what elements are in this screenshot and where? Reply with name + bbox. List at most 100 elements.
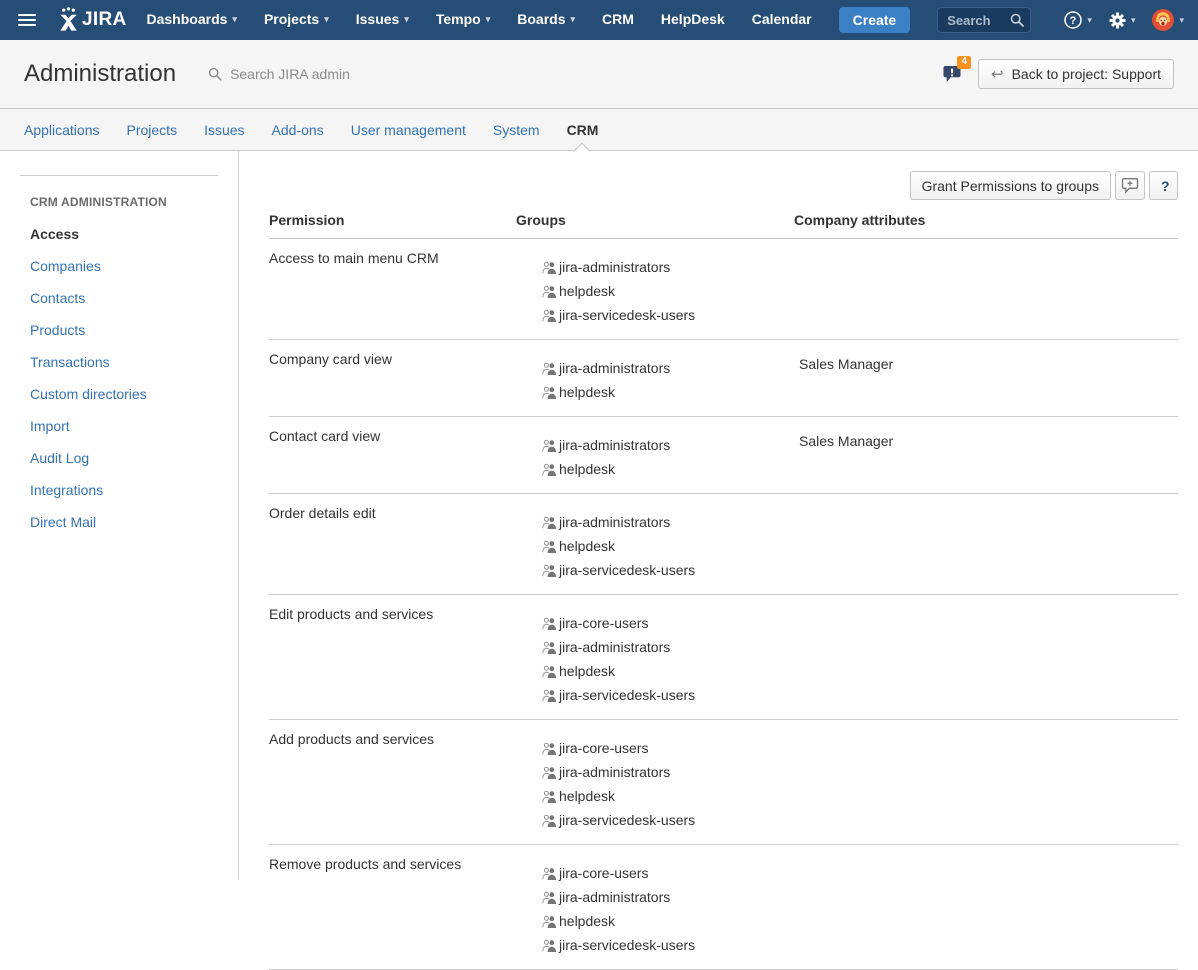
group-name: jira-administrators [559, 259, 670, 275]
admin-search [208, 65, 942, 83]
group-item: helpdesk [542, 279, 794, 303]
groups-list: jira-administratorshelpdeskjira-serviced… [516, 510, 794, 582]
group-name: jira-servicedesk-users [559, 687, 695, 703]
group-icon [542, 689, 559, 702]
group-item: jira-core-users [542, 861, 794, 885]
group-item: jira-servicedesk-users [542, 808, 794, 832]
group-icon [542, 516, 559, 529]
sidebar-item-contacts[interactable]: Contacts [30, 290, 218, 306]
gear-icon [1108, 11, 1127, 30]
header-right: 4 ↩ Back to project: Support [942, 59, 1174, 89]
permission-row: Edit products and servicesjira-core-user… [269, 595, 1178, 720]
chevron-down-icon: ▾ [570, 15, 575, 24]
groups-cell: jira-administratorshelpdeskjira-serviced… [516, 494, 794, 595]
sidebar-list: Access Companies Contacts Products Transacti… [30, 226, 218, 530]
chevron-down-icon: ▾ [324, 15, 329, 24]
tab-issues[interactable]: Issues [204, 109, 244, 150]
back-arrow-icon: ↩ [991, 67, 1004, 82]
group-name: helpdesk [559, 283, 615, 299]
group-name: jira-administrators [559, 360, 670, 376]
group-name: jira-administrators [559, 764, 670, 780]
back-to-project-button[interactable]: ↩ Back to project: Support [978, 59, 1174, 89]
navbar-item-helpdesk[interactable]: HelpDesk [661, 11, 725, 27]
group-name: helpdesk [559, 663, 615, 679]
settings-menu[interactable]: ▾ [1108, 11, 1136, 30]
tab-applications[interactable]: Applications [24, 109, 100, 150]
group-icon [542, 564, 559, 577]
group-icon [542, 665, 559, 678]
groups-cell: jira-administratorshelpdesk [516, 340, 794, 417]
navbar-item-dashboards[interactable]: Dashboards▾ [147, 11, 237, 27]
group-name: helpdesk [559, 538, 615, 554]
tab-crm[interactable]: CRM [567, 109, 599, 150]
group-item: jira-administrators [542, 255, 794, 279]
sidebar: CRM ADMINISTRATION Access Companies Contac… [0, 151, 239, 880]
grant-permissions-button[interactable]: Grant Permissions to groups [910, 171, 1111, 200]
chevron-down-icon: ▾ [1179, 16, 1184, 25]
sidebar-item-companies[interactable]: Companies [30, 258, 218, 274]
tab-system[interactable]: System [493, 109, 540, 150]
navbar-item-boards[interactable]: Boards▾ [517, 11, 575, 27]
sidebar-item-direct-mail[interactable]: Direct Mail [30, 514, 218, 530]
sidebar-item-integrations[interactable]: Integrations [30, 482, 218, 498]
groups-list: jira-administratorshelpdesk [516, 356, 794, 404]
sidebar-item-custom-directories[interactable]: Custom directories [30, 386, 218, 402]
permission-name: Remove products and services [269, 845, 516, 970]
navbar-item-calendar[interactable]: Calendar [752, 11, 812, 27]
tab-user-management[interactable]: User management [351, 109, 466, 150]
groups-cell: jira-core-usersjira-administratorshelpde… [516, 595, 794, 720]
navbar-item-tempo[interactable]: Tempo▾ [436, 11, 490, 27]
sidebar-item-transactions[interactable]: Transactions [30, 354, 218, 370]
group-item: helpdesk [542, 659, 794, 683]
group-icon [542, 463, 559, 476]
sidebar-heading: CRM ADMINISTRATION [30, 195, 218, 209]
group-icon [542, 617, 559, 630]
navbar-item-projects[interactable]: Projects▾ [264, 11, 329, 27]
group-icon [542, 439, 559, 452]
navbar-item-issues[interactable]: Issues▾ [356, 11, 409, 27]
groups-list: jira-administrators helpdesk jira-serviced… [516, 255, 794, 327]
chevron-down-icon: ▾ [486, 15, 491, 24]
column-header-company-attributes: Company attributes [794, 206, 1178, 239]
hamburger-icon[interactable] [14, 8, 40, 32]
jira-logo[interactable]: JIRA [56, 7, 127, 33]
profile-menu[interactable]: ▾ [1151, 8, 1184, 32]
group-icon [542, 362, 559, 375]
notification-bubble-icon[interactable]: 4 [942, 64, 963, 89]
navbar-item-crm[interactable]: CRM [602, 11, 634, 27]
group-name: jira-administrators [559, 639, 670, 655]
group-item: jira-administrators [542, 885, 794, 909]
group-item: jira-administrators [542, 510, 794, 534]
company-attribute-value [794, 239, 1178, 340]
admin-header: Administration 4 ↩ Back to project: Supp… [0, 40, 1198, 109]
group-name: helpdesk [559, 461, 615, 477]
group-item: jira-servicedesk-users [542, 303, 794, 327]
group-icon [542, 939, 559, 952]
group-item: jira-core-users [542, 736, 794, 760]
create-button[interactable]: Create [839, 7, 911, 33]
help-menu[interactable]: ? ▾ [1063, 10, 1092, 30]
group-icon [542, 309, 559, 322]
sidebar-item-import[interactable]: Import [30, 418, 218, 434]
column-header-permission: Permission [269, 206, 516, 239]
tab-projects[interactable]: Projects [127, 109, 178, 150]
chevron-down-icon: ▾ [1087, 16, 1092, 25]
help-button[interactable]: ? [1149, 171, 1178, 200]
admin-search-input[interactable] [228, 65, 448, 83]
groups-list: jira-core-usersjira-administratorshelpde… [516, 736, 794, 832]
user-avatar [1151, 8, 1175, 32]
sidebar-item-audit-log[interactable]: Audit Log [30, 450, 218, 466]
permission-name: Access to main menu CRM [269, 239, 516, 340]
group-name: jira-core-users [559, 865, 648, 881]
tab-add-ons[interactable]: Add-ons [272, 109, 324, 150]
sidebar-item-access[interactable]: Access [30, 226, 218, 242]
group-icon [542, 867, 559, 880]
group-item: jira-administrators [542, 356, 794, 380]
sidebar-item-products[interactable]: Products [30, 322, 218, 338]
content: CRM ADMINISTRATION Access Companies Contac… [0, 151, 1198, 880]
permission-name: Add products and services [269, 720, 516, 845]
permission-name: Contact card view [269, 417, 516, 494]
company-attribute-value: Sales Manager [794, 340, 1178, 417]
navbar-icon-group: ? ▾ ▾ [1047, 8, 1184, 32]
feedback-button[interactable] [1115, 171, 1145, 200]
